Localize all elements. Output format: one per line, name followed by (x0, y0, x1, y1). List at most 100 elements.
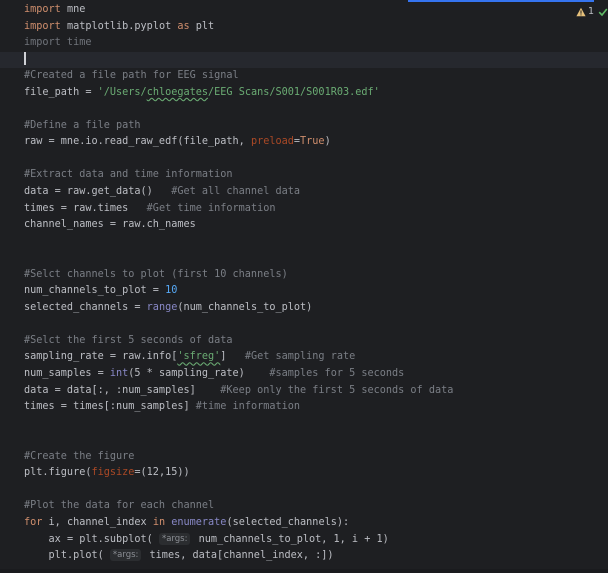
comment: #Selct channels to plot (first 10 channe… (24, 268, 288, 280)
comment: #Plot the data for each channel (24, 500, 215, 512)
code-line[interactable]: times = raw.times #Get time information (24, 201, 578, 218)
keyword: import (24, 4, 61, 15)
code-text: ] (220, 351, 245, 363)
code-line-comment[interactable]: #Created a file path for EEG signal (24, 68, 578, 85)
code-text: =(12,15)) (134, 467, 190, 479)
keyword-argument: preload (250, 136, 294, 148)
parameter-hint: *args: (109, 549, 142, 562)
code-text: matplotlib.pyplot (60, 20, 178, 32)
code-line[interactable]: plt.plot( *args: times, data[channel_ind… (24, 548, 578, 565)
code-text: sampling_rate = raw.info[ (24, 351, 178, 363)
keyword: import (24, 20, 61, 32)
comment: #Created a file path for EEG signal (24, 70, 239, 82)
code-text: selected_channels = (24, 301, 147, 313)
code-text: (num_channels_to_plot) (177, 301, 313, 313)
comment: #Get sampling rate (244, 351, 356, 363)
code-line-current[interactable] (0, 51, 608, 69)
editor-bottom-edge (0, 569, 608, 573)
keyword: for (24, 516, 43, 528)
code-text: (selected_channels): (226, 516, 350, 528)
code-line[interactable]: import mne (24, 2, 578, 19)
code-text: file_path = (24, 86, 98, 98)
number-literal: 10 (165, 285, 178, 297)
code-text: import time (24, 37, 92, 49)
code-text: (5 * sampling_rate) (128, 368, 270, 380)
code-line-comment[interactable]: #Selct channels to plot (first 10 channe… (24, 267, 578, 284)
keyword-argument: figsize (91, 467, 135, 479)
code-line[interactable]: plt.figure(figsize=(12,15)) (24, 465, 578, 482)
code-line-comment[interactable]: #Selct the first 5 seconds of data (24, 333, 578, 350)
code-text: times, data[channel_index, :]) (143, 550, 334, 562)
parameter-hint-label: args (166, 533, 185, 544)
code-line[interactable]: data = raw.get_data() #Get all channel d… (24, 184, 578, 201)
string-literal: /EEG Scans/S001/S001R03.edf' (208, 86, 380, 98)
code-text: num_channels_to_plot = (24, 285, 166, 297)
string-literal-typo: 'sfreg' (177, 351, 221, 363)
code-text: plt.plot( (48, 550, 110, 562)
code-text: num_channels_to_plot, 1, i + 1) (192, 533, 389, 545)
code-line[interactable]: file_path = '/Users/chloegates/EEG Scans… (24, 85, 578, 102)
code-line-empty[interactable] (24, 151, 578, 168)
code-line[interactable]: selected_channels = range(num_channels_t… (24, 300, 578, 317)
comment: #samples for 5 seconds (269, 368, 405, 380)
string-literal: '/Users/ (97, 86, 147, 98)
comment: #Get all channel data (171, 186, 301, 198)
code-text: channel_names = raw.ch_names (24, 219, 196, 231)
code-text: i, channel_index (42, 516, 153, 528)
keyword: in (152, 516, 166, 528)
code-line-empty[interactable] (24, 432, 578, 449)
code-line[interactable]: data = data[:, :num_samples] #Keep only … (24, 383, 578, 400)
code-line[interactable]: ax = plt.subplot( *args: num_channels_to… (24, 532, 578, 549)
parameter-hint-label: args (117, 550, 136, 561)
code-line-comment[interactable]: #Plot the data for each channel (24, 498, 578, 515)
code-line-empty[interactable] (24, 416, 578, 433)
code-area[interactable]: import mne import matplotlib.pyplot as p… (0, 2, 608, 565)
comment: #Define a file path (24, 119, 141, 131)
code-line[interactable]: channel_names = raw.ch_names (24, 217, 578, 234)
keyword: as (177, 20, 190, 32)
code-line-empty[interactable] (24, 101, 578, 118)
code-line[interactable]: times = times[:num_samples] #time inform… (24, 399, 578, 416)
comment: #time information (195, 401, 301, 413)
code-text: plt (189, 20, 215, 32)
code-line[interactable]: for i, channel_index in enumerate(select… (24, 515, 578, 532)
code-editor[interactable]: 1 import mne import matplotlib.pyplot as… (0, 0, 608, 573)
code-line[interactable]: num_channels_to_plot = 10 (24, 283, 578, 300)
code-line-comment[interactable]: #Create the figure (24, 449, 578, 466)
code-line[interactable]: sampling_rate = raw.info['sfreg'] #Get s… (24, 349, 578, 366)
code-text: ax = plt.subplot( (48, 533, 159, 545)
code-text: raw = mne.io.read_raw_edf(file_path, (24, 136, 251, 148)
builtin-function: range (146, 301, 178, 313)
parameter-hint: *args: (158, 532, 191, 545)
code-line-empty[interactable] (24, 316, 578, 333)
code-text: times = times[:num_samples] (24, 401, 196, 413)
code-text: data = data[:, :num_samples] (24, 384, 221, 396)
comment: #Keep only the first 5 seconds of data (220, 384, 454, 396)
code-text: mne (60, 4, 86, 15)
builtin-function: int (109, 368, 129, 380)
comment: #Extract data and time information (24, 169, 233, 181)
code-line-empty[interactable] (24, 250, 578, 267)
comment: #Get time information (146, 202, 276, 214)
inspection-widget[interactable]: 1 (576, 6, 608, 17)
code-line-empty[interactable] (24, 482, 578, 499)
code-line[interactable]: num_samples = int(5 * sampling_rate) #sa… (24, 366, 578, 383)
warning-count: 1 (587, 6, 594, 17)
comment: #Create the figure (24, 450, 135, 462)
code-text: num_samples = (24, 368, 110, 380)
builtin-function: enumerate (171, 516, 227, 528)
code-line-comment[interactable]: #Extract data and time information (24, 167, 578, 184)
code-line-unused-import[interactable]: import time (24, 35, 578, 52)
string-literal-typo: chloegates (146, 86, 209, 98)
code-text: ) (324, 136, 331, 148)
checkmark-icon (598, 8, 608, 16)
text-caret (24, 52, 26, 66)
code-line[interactable]: import matplotlib.pyplot as plt (24, 19, 578, 36)
code-text: times = raw.times (24, 202, 147, 214)
keyword: True (300, 136, 325, 148)
code-line-comment[interactable]: #Define a file path (24, 118, 578, 135)
code-line[interactable]: raw = mne.io.read_raw_edf(file_path, pre… (24, 134, 578, 151)
code-line-empty[interactable] (24, 234, 578, 251)
